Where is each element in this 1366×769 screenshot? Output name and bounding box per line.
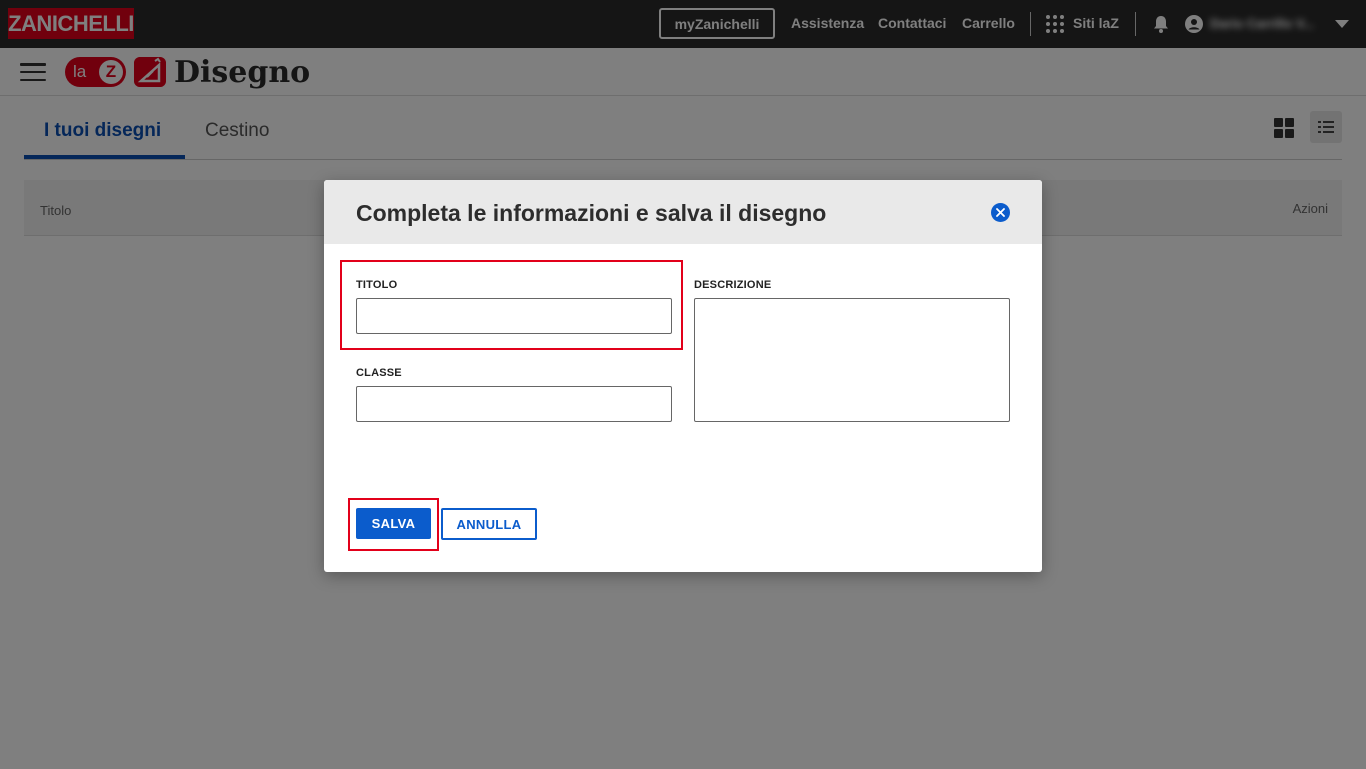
classe-label: CLASSE [356, 367, 402, 379]
classe-input[interactable] [356, 386, 672, 422]
cancel-button[interactable]: ANNULLA [441, 508, 537, 540]
titolo-label: TITOLO [356, 279, 398, 291]
dialog-title: Completa le informazioni e salva il dise… [356, 200, 827, 226]
dialog-header: Completa le informazioni e salva il dise… [324, 180, 1042, 244]
descrizione-label: DESCRIZIONE [694, 279, 772, 291]
save-drawing-dialog: Completa le informazioni e salva il dise… [324, 180, 1042, 572]
close-icon[interactable] [991, 203, 1010, 222]
save-button[interactable]: SALVA [356, 508, 431, 539]
descrizione-textarea[interactable] [694, 298, 1010, 422]
titolo-input[interactable] [356, 298, 672, 334]
